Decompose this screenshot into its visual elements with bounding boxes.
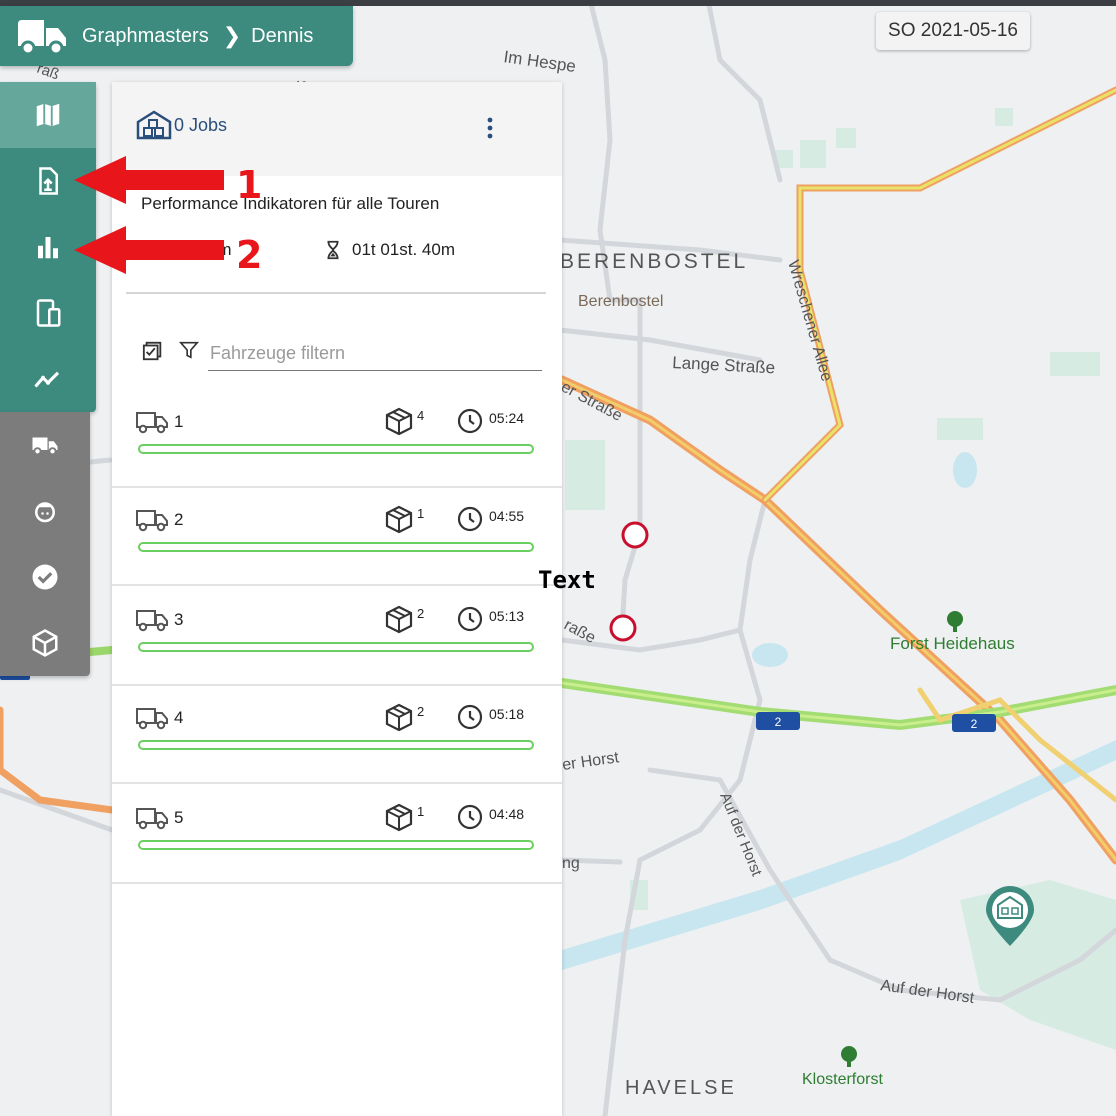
vehicle-package-count: 1 [417,804,425,819]
vehicle-progress-bar [138,740,534,750]
package-icon [385,803,413,832]
annotation-label-1: 1 [236,163,262,207]
map-label: HAVELSE [625,1077,737,1099]
vehicle-progress-bar [138,642,534,652]
vehicle-filter-row [142,336,542,376]
vehicle-row[interactable]: 5 1 04:48 [112,784,562,884]
truck-icon [136,610,168,632]
vehicle-id: 5 [174,808,184,827]
clock-icon [457,704,483,730]
vehicle-row[interactable]: 2 1 04:55 [112,486,562,586]
sidebar-item-devices[interactable] [0,280,96,346]
vehicle-filter-input[interactable] [208,336,542,371]
vehicle-id: 2 [174,510,184,529]
annotation-arrows: 1 2 [74,156,262,277]
map-label: BERENBOSTEL [560,250,748,273]
breadcrumb-company[interactable]: Graphmasters [82,25,209,48]
vehicle-package-count: 4 [417,408,425,423]
vehicle-progress-bar [138,444,534,454]
truck-icon [32,437,58,456]
map-label: ng [562,855,580,872]
total-duration: 01t 01st. 40m [322,239,455,261]
sidebar-item-packages[interactable] [0,610,90,676]
vehicle-tour-time: 05:18 [489,706,525,722]
clock-icon [457,606,483,632]
vehicle-package-count: 2 [417,606,425,621]
route-badge-1: 2 [775,715,782,729]
vehicle-id: 4 [174,708,184,727]
map-label: Klosterforst [802,1071,883,1088]
vehicle-id: 1 [174,412,184,431]
vehicle-row[interactable]: 1 4 05:24 [112,388,562,488]
map-label: Berenbostel [578,293,663,310]
sidebar-item-vehicles[interactable] [0,412,90,478]
truck-logo-icon [18,20,66,56]
trend-line-icon [34,371,60,388]
devices-icon [36,299,61,327]
sidebar-item-map[interactable] [0,82,96,148]
duration-value: 01t 01st. 40m [352,240,456,259]
package-icon [385,605,413,634]
overlay-text-label: Text [538,566,596,594]
jobs-summary[interactable]: 0 Jobs [136,110,227,140]
vehicle-package-count: 2 [417,704,425,719]
check-circle-icon [32,564,58,590]
package-icon [385,703,413,732]
warehouse-icon [136,110,172,140]
package-icon [385,505,413,534]
hourglass-icon [327,240,339,260]
vehicle-tour-time: 05:24 [489,410,525,426]
map-label: Forst Heidehaus [890,634,1015,653]
vehicle-tour-time: 04:48 [489,806,525,822]
map-stop-marker [621,521,649,549]
annotation-label-2: 2 [236,233,262,277]
package-icon [385,407,413,436]
sidebar-secondary [0,412,90,676]
chevron-right-icon: ❯ [222,23,242,48]
truck-icon [136,412,168,434]
filter-icon[interactable] [178,339,200,361]
vehicle-progress-bar [138,542,534,552]
panel-divider [126,292,546,294]
vehicle-package-count: 1 [417,506,425,521]
breadcrumb-user[interactable]: Dennis [251,25,313,48]
bar-chart-icon [38,237,58,259]
annotation-arrow-1: 1 [74,156,262,207]
file-upload-icon [39,167,58,195]
vehicle-row[interactable]: 4 2 05:18 [112,684,562,784]
more-options-icon[interactable] [482,117,498,139]
sidebar-item-analytics[interactable] [0,346,96,412]
vehicle-id: 3 [174,610,184,629]
annotation-arrow-2: 2 [74,226,262,277]
select-all-checkbox-icon[interactable] [142,340,164,362]
map-stop-marker [609,614,637,642]
vehicle-tour-time: 05:13 [489,608,525,624]
sidebar-item-drivers[interactable] [0,478,90,544]
vehicle-progress-bar [138,840,534,850]
jobs-count: 0 Jobs [174,114,228,135]
truck-icon [136,708,168,730]
driver-icon [35,502,55,523]
route-badge-2: 2 [971,717,978,731]
clock-icon [457,408,483,434]
date-selector[interactable]: SO 2021-05-16 [876,12,1030,50]
app-header-breadcrumb[interactable]: Graphmasters ❯ Dennis [0,6,353,66]
truck-icon [136,510,168,532]
truck-icon [136,808,168,830]
clock-icon [457,506,483,532]
vehicle-tour-time: 04:55 [489,508,525,524]
package-icon [32,629,58,657]
vehicle-row[interactable]: 3 2 05:13 [112,586,562,686]
sidebar-item-completed[interactable] [0,544,90,610]
clock-icon [457,804,483,830]
map-icon [36,103,60,127]
